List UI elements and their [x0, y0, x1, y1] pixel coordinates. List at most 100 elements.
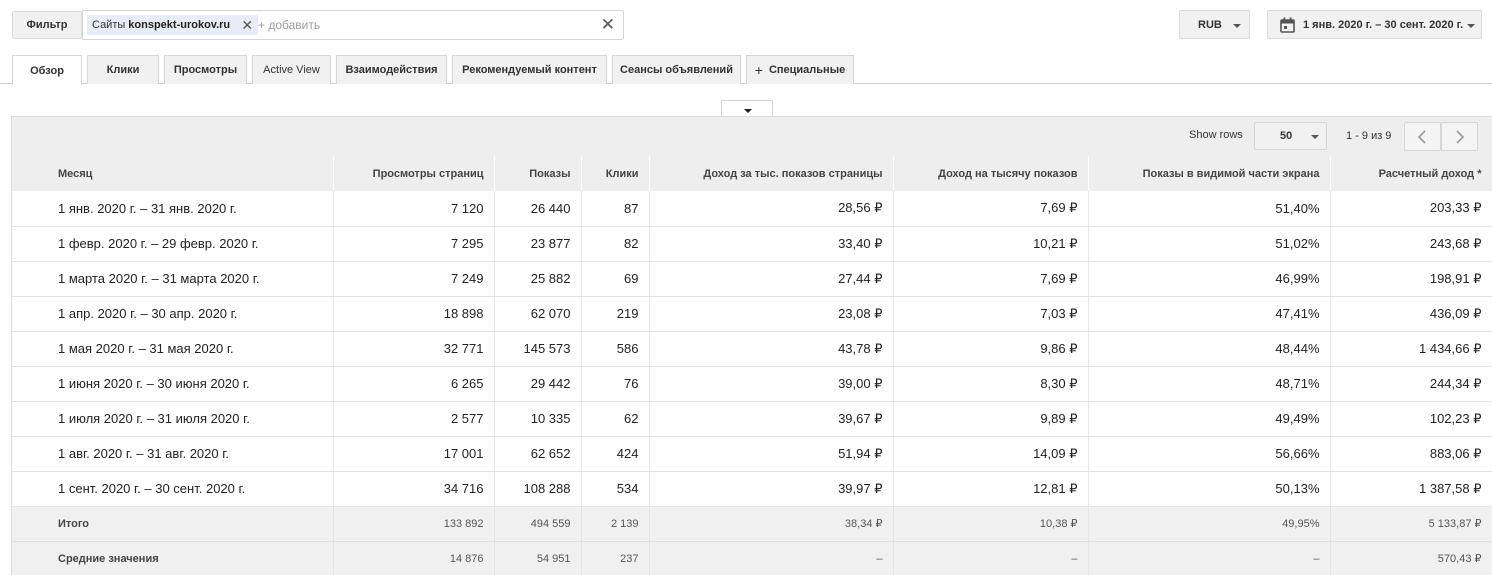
earnings-cell: 883,06 ₽ [1330, 436, 1492, 472]
page-views-cell: 7 295 [333, 226, 495, 262]
viewability-cell: 49,95% [1088, 506, 1331, 542]
earnings-cell: 102,23 ₽ [1330, 401, 1492, 437]
chevron-right-icon [1456, 130, 1465, 144]
earnings-cell: 570,43 ₽ [1330, 541, 1492, 575]
filter-button[interactable]: Фильтр [12, 11, 82, 39]
next-page-button[interactable] [1441, 122, 1478, 151]
month-cell: 1 марта 2020 г. – 31 марта 2020 г. [12, 261, 334, 297]
viewability-cell: 47,41% [1088, 296, 1331, 332]
page-views-cell: 2 577 [333, 401, 495, 437]
tab-ad-sessions[interactable]: Сеансы объявлений [612, 55, 741, 84]
average-row: Средние значения 14 876 54 951 237– – –570,43… [12, 541, 1492, 575]
clicks-cell: 82 [581, 226, 650, 262]
page-views-cell: 7 120 [333, 191, 495, 227]
chevron-down-icon [1311, 135, 1319, 139]
prev-page-button[interactable] [1404, 122, 1441, 151]
summary-label: Итого [12, 506, 334, 542]
column-header-viewability[interactable]: Показы в видимой части экрана [1088, 156, 1331, 191]
page-views-cell: 32 771 [333, 331, 495, 367]
viewability-cell: 48,44% [1088, 331, 1331, 367]
clicks-cell: 76 [581, 366, 650, 402]
chevron-left-icon [1417, 130, 1426, 144]
plus-icon: + [754, 62, 763, 78]
viewability-cell: 46,99% [1088, 261, 1331, 297]
impression-rpm-cell: 7,03 ₽ [893, 296, 1089, 332]
table-row: 1 сент. 2020 г. – 30 сент. 2020 г. 34 716… [12, 471, 1492, 507]
earnings-cell: 436,09 ₽ [1330, 296, 1492, 332]
page-rpm-cell: 39,97 ₽ [649, 471, 894, 507]
column-header-clicks[interactable]: Клики [581, 156, 650, 191]
collapse-chart-toggle[interactable] [721, 100, 773, 117]
month-cell: 1 апр. 2020 г. – 30 апр. 2020 г. [12, 296, 334, 332]
clicks-cell: 87 [581, 191, 650, 227]
clicks-cell: 2 139 [581, 506, 650, 542]
tab-custom-label: Специальные [768, 64, 846, 76]
impressions-cell: 62 070 [494, 296, 582, 332]
column-header-impression-rpm[interactable]: Доход на тысячу показов [893, 156, 1089, 191]
clicks-cell: 69 [581, 261, 650, 297]
viewability-cell: – [1088, 541, 1331, 575]
page-rpm-cell: 39,67 ₽ [649, 401, 894, 437]
tab-views[interactable]: Просмотры [164, 55, 247, 84]
tab-custom[interactable]: + Специальные [746, 55, 854, 84]
caret-down-icon [744, 109, 752, 113]
table-row: 1 февр. 2020 г. – 29 февр. 2020 г. 7 295 2… [12, 226, 1492, 262]
calendar-icon [1280, 17, 1295, 33]
impression-rpm-cell: 9,89 ₽ [893, 401, 1089, 437]
column-header-month[interactable]: Месяц [12, 156, 334, 191]
impressions-cell: 29 442 [494, 366, 582, 402]
site-filter-chip: Сайты konspekt-urokov.ru ✕ [87, 15, 259, 35]
chip-value: konspekt-urokov.ru [128, 19, 231, 31]
page-views-cell: 133 892 [333, 506, 495, 542]
table-row: 1 марта 2020 г. – 31 марта 2020 г. 7 249 2… [12, 261, 1492, 297]
currency-select[interactable]: RUB [1179, 10, 1250, 39]
add-filter-input[interactable]: + добавить [258, 18, 320, 32]
page-rpm-cell: – [649, 541, 894, 575]
chevron-down-icon [1467, 24, 1475, 28]
column-header-page-rpm[interactable]: Доход за тыс. показов страницы [649, 156, 894, 191]
earnings-cell: 198,91 ₽ [1330, 261, 1492, 297]
date-range-picker[interactable]: 1 янв. 2020 г. – 30 сент. 2020 г. [1267, 10, 1482, 39]
table-row: 1 мая 2020 г. – 31 мая 2020 г. 32 771 145 … [12, 331, 1492, 367]
filter-input-box[interactable]: Сайты konspekt-urokov.ru ✕ + добавить ✕ [82, 10, 624, 40]
tab-clicks[interactable]: Клики [87, 55, 159, 84]
impressions-cell: 62 652 [494, 436, 582, 472]
viewability-cell: 51,40% [1088, 191, 1331, 227]
column-header-page-views[interactable]: Просмотры страниц [333, 156, 495, 191]
chip-remove-icon[interactable]: ✕ [241, 17, 253, 33]
month-cell: 1 сент. 2020 г. – 30 сент. 2020 г. [12, 471, 334, 507]
tab-interactions[interactable]: Взаимодействия [336, 55, 447, 84]
tab-overview[interactable]: Обзор [12, 55, 82, 85]
page-views-cell: 7 249 [333, 261, 495, 297]
page-views-cell: 34 716 [333, 471, 495, 507]
show-rows-label: Show rows [1189, 129, 1243, 141]
earnings-cell: 1 434,66 ₽ [1330, 331, 1492, 367]
page-views-cell: 18 898 [333, 296, 495, 332]
clear-filter-icon[interactable]: ✕ [601, 15, 615, 35]
column-header-estimated-earnings[interactable]: Расчетный доход * [1330, 156, 1492, 191]
page-rpm-cell: 27,44 ₽ [649, 261, 894, 297]
clicks-cell: 424 [581, 436, 650, 472]
rows-per-page-select[interactable]: 50 [1254, 122, 1327, 150]
page-rpm-cell: 43,78 ₽ [649, 331, 894, 367]
month-cell: 1 февр. 2020 г. – 29 февр. 2020 г. [12, 226, 334, 262]
column-header-impressions[interactable]: Показы [494, 156, 582, 191]
month-cell: 1 мая 2020 г. – 31 мая 2020 г. [12, 331, 334, 367]
chevron-down-icon [1233, 24, 1241, 28]
month-cell: 1 авг. 2020 г. – 31 авг. 2020 г. [12, 436, 334, 472]
tab-active-view[interactable]: Active View [252, 55, 331, 84]
viewability-cell: 49,49% [1088, 401, 1331, 437]
rows-per-page-value: 50 [1280, 130, 1293, 142]
chip-prefix: Сайты [92, 19, 126, 31]
clicks-cell: 534 [581, 471, 650, 507]
page-rpm-cell: 39,00 ₽ [649, 366, 894, 402]
impressions-cell: 10 335 [494, 401, 582, 437]
impressions-cell: 54 951 [494, 541, 582, 575]
currency-label: RUB [1198, 19, 1222, 31]
earnings-cell: 203,33 ₽ [1330, 191, 1492, 227]
viewability-cell: 48,71% [1088, 366, 1331, 402]
tab-recommended-content[interactable]: Рекомендуемый контент [452, 55, 607, 84]
pagination-info: 1 - 9 из 9 [1346, 130, 1392, 142]
page-rpm-cell: 33,40 ₽ [649, 226, 894, 262]
clicks-cell: 219 [581, 296, 650, 332]
